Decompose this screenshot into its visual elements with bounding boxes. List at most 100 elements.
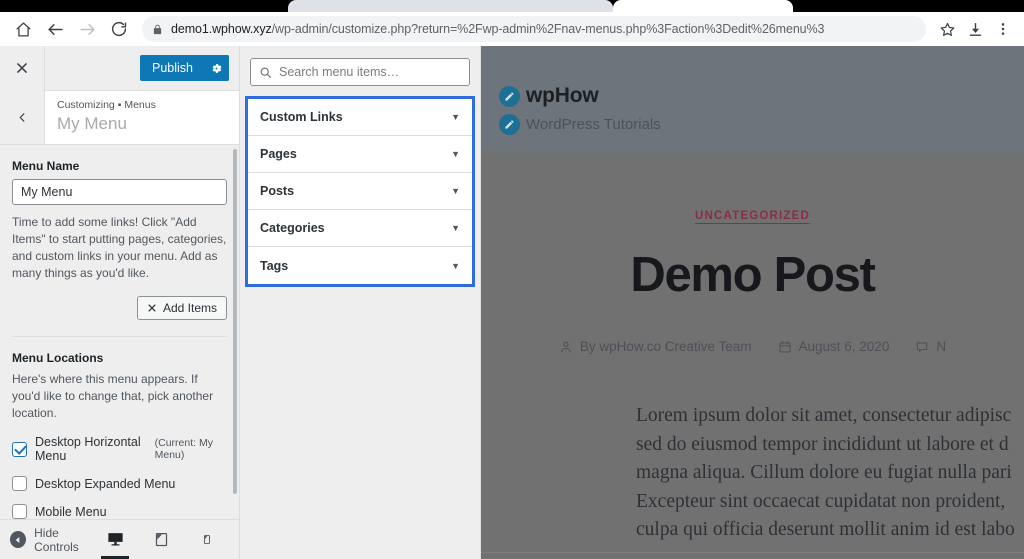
accordion-item-tags[interactable]: Tags ▼ <box>248 247 472 284</box>
post-body-line: Lorem ipsum dolor sit amet, consectetur … <box>636 405 1012 426</box>
search-icon <box>259 66 272 79</box>
menu-locations-help: Here's where this menu appears. If you'd… <box>12 372 214 420</box>
divider <box>12 336 227 337</box>
edit-pencil-icon[interactable] <box>499 114 520 135</box>
gear-icon[interactable] <box>203 55 229 81</box>
search-placeholder: Search menu items… <box>279 65 400 79</box>
post-author: By wpHow.co Creative Team <box>559 339 752 354</box>
edit-pencil-icon[interactable] <box>499 85 520 107</box>
url-host: demo1.wphow.xyz <box>171 22 272 36</box>
back-button[interactable] <box>0 91 45 144</box>
menu-name-input[interactable] <box>12 179 227 205</box>
post-category-link[interactable]: UNCATEGORIZED <box>481 210 1024 222</box>
add-items-button[interactable]: Add Items <box>136 296 227 320</box>
accordion-label: Categories <box>260 221 325 235</box>
reload-icon[interactable] <box>104 14 134 44</box>
site-branding: wpHow <box>499 84 1024 108</box>
location-checkbox-row[interactable]: Desktop Expanded Menu <box>12 476 227 491</box>
accordion-item-pages[interactable]: Pages ▼ <box>248 136 472 173</box>
forward-arrow-icon <box>72 14 102 44</box>
customizer-header: Publish <box>0 45 239 91</box>
address-bar[interactable]: demo1.wphow.xyz/wp-admin/customize.php?r… <box>142 16 926 42</box>
close-x-icon <box>147 303 157 313</box>
customizer-section-header: Customizing ▪ Menus My Menu <box>0 91 239 145</box>
customizer-scroll-area: Menu Name Time to add some links! Click … <box>0 159 239 519</box>
checkbox-desktop-horizontal-menu[interactable] <box>12 441 27 457</box>
user-icon <box>559 340 573 354</box>
post-meta: By wpHow.co Creative Team August 6, 2020… <box>481 339 1024 354</box>
site-tagline-row: WordPress Tutorials <box>499 114 1024 135</box>
post-comments-text: N <box>936 339 947 354</box>
location-checkbox-row[interactable]: Mobile Menu <box>12 504 227 519</box>
site-tagline: WordPress Tutorials <box>526 116 661 133</box>
post-title: Demo Post <box>630 248 876 302</box>
menu-help-text: Time to add some links! Click "Add Items… <box>12 215 227 280</box>
post-article: UNCATEGORIZED Demo Post By wpHow.co Crea… <box>481 152 1024 545</box>
breadcrumb: Customizing ▪ Menus <box>57 99 156 111</box>
download-icon[interactable] <box>962 16 988 42</box>
menu-locations-title: Menu Locations <box>12 351 104 365</box>
comment-icon <box>915 340 929 354</box>
accordion-label: Pages <box>260 147 297 161</box>
accordion-item-categories[interactable]: Categories ▼ <box>248 210 472 247</box>
browser-window: demo1.wphow.xyz/wp-admin/customize.php?r… <box>0 0 1024 559</box>
close-customizer-button[interactable] <box>0 45 45 91</box>
post-body-line: sed do eiusmod tempor incididunt ut labo… <box>636 433 1009 455</box>
hide-controls-button[interactable]: Hide Controls <box>0 526 103 554</box>
search-wrapper: Search menu items… <box>240 46 480 96</box>
site-header: wpHow WordPress Tutorials <box>481 46 1024 152</box>
device-preview-switcher <box>101 525 239 559</box>
chevron-down-icon: ▼ <box>451 112 460 122</box>
collapse-arrow-icon <box>10 531 27 548</box>
chevron-down-icon: ▼ <box>451 149 460 159</box>
post-body-line: Excepteur sint occaecat cupidatat non pr… <box>636 490 1006 512</box>
menu-name-label: Menu Name <box>12 159 80 173</box>
accordion-label: Posts <box>260 184 295 198</box>
lock-icon <box>152 23 163 36</box>
accordion-label: Tags <box>260 258 289 273</box>
post-body-line: magna aliqua. Cillum dolore eu fugiat nu… <box>636 462 1012 483</box>
section-titles: Customizing ▪ Menus My Menu <box>45 91 156 144</box>
customizer-panel: Publish Customizing ▪ Menus My Menu Menu… <box>0 45 240 559</box>
subpanel-empty-area <box>240 287 480 559</box>
post-author-text: By wpHow.co Creative Team <box>579 339 752 354</box>
star-icon[interactable] <box>934 16 960 42</box>
browser-toolbar: demo1.wphow.xyz/wp-admin/customize.php?r… <box>0 12 1024 46</box>
three-dot-menu-icon[interactable] <box>990 16 1016 42</box>
hide-controls-label: Hide Controls <box>34 525 79 554</box>
desktop-icon[interactable] <box>101 525 129 559</box>
accordion-item-posts[interactable]: Posts ▼ <box>248 173 472 210</box>
menu-locations-list: Desktop Horizontal Menu (Current: My Men… <box>12 435 227 519</box>
home-icon[interactable] <box>8 14 38 44</box>
theme-preview: wpHow WordPress Tutorials UNCATEGORIZED … <box>481 46 1024 559</box>
location-checkbox-row[interactable]: Desktop Horizontal Menu (Current: My Men… <box>12 435 227 463</box>
url-path: /wp-admin/customize.php?return=%2Fwp-adm… <box>271 22 825 36</box>
chevron-down-icon: ▼ <box>451 223 460 233</box>
post-body: Lorem ipsum dolor sit amet, consectetur … <box>636 402 1024 545</box>
search-menu-items-field[interactable]: Search menu items… <box>250 58 470 86</box>
active-tab[interactable] <box>613 0 793 12</box>
panel-scrollbar[interactable] <box>233 149 237 494</box>
available-menu-items-panel: Search menu items… Custom Links ▼ Pages … <box>240 46 481 559</box>
accordion-item-custom-links[interactable]: Custom Links ▼ <box>248 99 472 136</box>
page-title: My Menu <box>57 114 127 133</box>
location-label: Mobile Menu <box>35 504 107 519</box>
customizer-footer: Hide Controls <box>0 519 239 559</box>
tablet-icon[interactable] <box>149 525 173 555</box>
publish-label: Publish <box>152 61 193 75</box>
mobile-icon[interactable] <box>195 525 219 555</box>
checkbox-desktop-expanded-menu[interactable] <box>12 476 27 491</box>
publish-button[interactable]: Publish <box>140 55 229 81</box>
checkbox-mobile-menu[interactable] <box>12 504 27 519</box>
tab-strip <box>0 0 1024 12</box>
add-items-label: Add Items <box>162 301 217 315</box>
calendar-icon <box>778 340 792 354</box>
url-text: demo1.wphow.xyz/wp-admin/customize.php?r… <box>171 22 824 36</box>
location-label: Desktop Expanded Menu <box>35 476 176 491</box>
background-tab[interactable] <box>288 0 613 12</box>
back-arrow-icon[interactable] <box>40 14 70 44</box>
post-date-text: August 6, 2020 <box>798 339 890 354</box>
menu-item-type-accordion: Custom Links ▼ Pages ▼ Posts ▼ Categorie… <box>245 96 475 287</box>
customizer-body: Menu Name Time to add some links! Click … <box>0 145 239 519</box>
chevron-down-icon: ▼ <box>451 186 460 196</box>
